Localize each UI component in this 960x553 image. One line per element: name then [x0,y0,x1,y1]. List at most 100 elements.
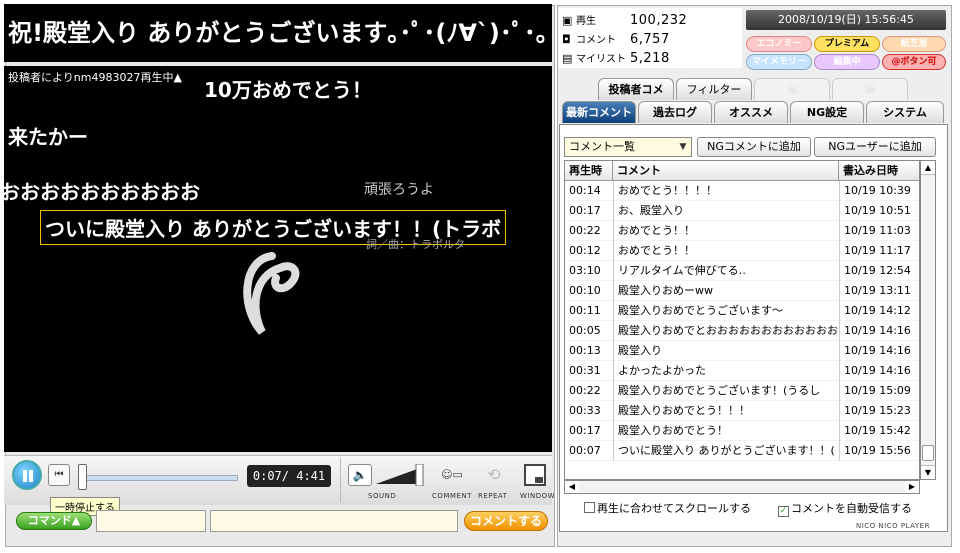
command-input[interactable] [96,510,206,532]
play-count-icon: ▣ [562,14,573,27]
cell-date: 10/19 10:39 [839,181,919,201]
cell-date: 10/19 12:54 [839,261,919,281]
stats-box: ▣ 再生 100,232 ◘ コメント 6,757 ▤ マイリスト 5,218 [558,8,742,68]
badge-button-allowed: @ボタン可 [882,54,946,70]
repeat-icon[interactable]: ⟲ [480,464,508,486]
column-header-date[interactable]: 書込み日時 [839,161,919,181]
command-button[interactable]: コマンド▲ [16,512,92,530]
table-row[interactable]: 00:10 殿堂入りおめーww 10/19 13:11 [565,281,919,301]
table-row[interactable]: 00:14 おめでとう！！！！ 10/19 10:39 [565,181,919,201]
comment-toggle-icon[interactable]: ☺▭ [436,464,468,486]
cell-date: 10/19 14:12 [839,301,919,321]
video-credit: 詞／曲：トラボルタ [366,238,465,251]
comment-label: COMMENT [432,492,472,500]
cell-time: 00:22 [569,224,601,237]
table-row[interactable]: 00:22 殿堂入りおめでとうございます！(うるし 10/19 15:09 [565,381,919,401]
table-row[interactable]: 03:10 リアルタイムで伸びてる‥ 10/19 12:54 [565,261,919,281]
cell-date: 10/19 11:17 [839,241,919,261]
tab-recommend[interactable]: オススメ [714,101,788,123]
cell-date: 10/19 14:16 [839,361,919,381]
cell-comment: おめでとう！！ [613,241,839,261]
cell-time: 00:31 [569,364,601,377]
sync-scroll-option[interactable]: 再生に合わせてスクロールする [584,502,751,516]
table-row[interactable]: 00:22 おめでとう！！ 10/19 11:03 [565,221,919,241]
cell-comment: おめでとう！！！！ [613,181,839,201]
list-select[interactable]: コメント一覧 [564,137,692,157]
cell-date: 10/19 15:42 [839,421,919,441]
seek-bar[interactable] [78,475,238,481]
horizontal-scrollbar[interactable]: ◀ ▶ [564,480,920,494]
submit-comment-button[interactable]: コメントする [464,511,548,531]
auto-receive-option[interactable]: ✓ コメントを自動受信する [778,502,912,517]
cell-date: 10/19 10:51 [839,201,919,221]
table-row[interactable]: 00:05 殿堂入りおめでとおおおおおおおおおおおお 10/19 14:16 [565,321,919,341]
mylist-icon: ▤ [562,52,573,65]
cell-time: 00:07 [569,444,601,457]
table-header: 再生時 コメント 書込み日時 [565,161,919,181]
tab-latest-comments[interactable]: 最新コメント [562,101,636,123]
tab-filter[interactable]: フィルター [676,78,752,100]
table-row[interactable]: 00:11 殿堂入りおめでとうございます〜 10/19 14:12 [565,301,919,321]
cell-time: 00:33 [569,404,601,417]
cell-date: 10/19 11:03 [839,221,919,241]
player-brand: NICO NICO PLAYER [856,522,930,530]
pause-button[interactable] [12,460,42,490]
divider [340,458,341,502]
table-row[interactable]: 00:07 ついに殿堂入り ありがとうございます！！(10/19 15:56 [565,441,919,461]
tab-uploader-comment[interactable]: 投稿者コメ [598,78,674,100]
table-row[interactable]: 00:17 殿堂入りおめでとう！ 10/19 15:42 [565,421,919,441]
danmaku-comment: おおおおおおおおおお [4,180,200,204]
add-ng-comment-button[interactable]: NGコメントに追加 [697,137,811,157]
cell-time: 00:13 [569,344,601,357]
cell-time: 00:14 [569,184,601,197]
scroll-right-icon[interactable]: ▶ [905,481,919,493]
tab-past-log[interactable]: 過去ログ [638,101,712,123]
table-row[interactable]: 00:31 よかったよかった 10/19 14:16 [565,361,919,381]
scroll-left-icon[interactable]: ◀ [565,481,579,493]
scroll-down-icon[interactable]: ▼ [921,465,935,479]
table-row[interactable]: 00:13 殿堂入り 10/19 14:16 [565,341,919,361]
badge-kamishibai: 紙芝居 [882,36,946,52]
table-row[interactable]: 00:12 おめでとう！！ 10/19 11:17 [565,241,919,261]
cell-comment: 殿堂入りおめでとうございます！(うるし [613,381,839,401]
cell-comment: おめでとう！！ [613,221,839,241]
add-ng-user-button[interactable]: NGユーザーに追加 [814,137,936,157]
cell-comment: 殿堂入りおめでとう！ [613,421,839,441]
video-status-text: 投稿者によりnm4983027再生中▲ [8,71,182,84]
rewind-button[interactable]: ⏮ [48,464,70,486]
cell-comment: 殿堂入りおめでとうございます〜 [613,301,839,321]
cell-comment: 殿堂入り [613,341,839,361]
time-display: 0:07/ 4:41 [247,465,331,487]
table-row[interactable]: 00:33 殿堂入りおめでとう！！！ 10/19 15:23 [565,401,919,421]
video-title: 祝!殿堂入り ありがとうございます｡･ﾟ･(ﾉ∀`)･ﾟ･｡ [4,4,552,62]
cell-time: 03:10 [569,264,601,277]
column-header-comment[interactable]: コメント [613,161,839,181]
cell-time: 00:11 [569,304,601,317]
cell-time: 00:17 [569,204,601,217]
chevron-down-icon[interactable]: ▼ [677,139,689,155]
window-mode-icon[interactable] [524,464,546,486]
vertical-scrollbar[interactable]: ▲ ▼ [920,160,936,480]
speaker-icon[interactable]: 🔈 [348,464,372,486]
stat-plays: ▣ 再生 100,232 [562,13,688,28]
cell-date: 10/19 14:16 [839,321,919,341]
video-area[interactable]: 投稿者によりnm4983027再生中▲ 10万おめでとう！ 来たかー おおおおお… [4,66,552,452]
cell-date: 10/19 14:16 [839,341,919,361]
scroll-up-icon[interactable]: ▲ [921,161,935,175]
seek-handle[interactable] [78,464,87,490]
volume-slider[interactable] [376,464,424,486]
tab-ng-settings[interactable]: NG設定 [790,101,864,123]
skull-icon: ☠ [832,78,908,100]
column-header-time[interactable]: 再生時 [565,161,613,181]
auto-receive-checkbox[interactable]: ✓ [778,506,789,517]
tab-system[interactable]: システム [866,101,944,123]
scroll-thumb[interactable] [922,445,934,461]
comment-input[interactable] [210,510,458,532]
cell-date: 10/19 15:23 [839,401,919,421]
table-row[interactable]: 00:17 お、殿堂入り 10/19 10:51 [565,201,919,221]
nico-player-app: 祝!殿堂入り ありがとうございます｡･ﾟ･(ﾉ∀`)･ﾟ･｡ 投稿者によりnm4… [0,0,960,553]
sync-scroll-checkbox[interactable] [584,502,595,513]
cell-date: 10/19 15:56 [839,441,919,461]
skull-icon: ☠ [754,78,830,100]
video-artwork [243,252,300,335]
